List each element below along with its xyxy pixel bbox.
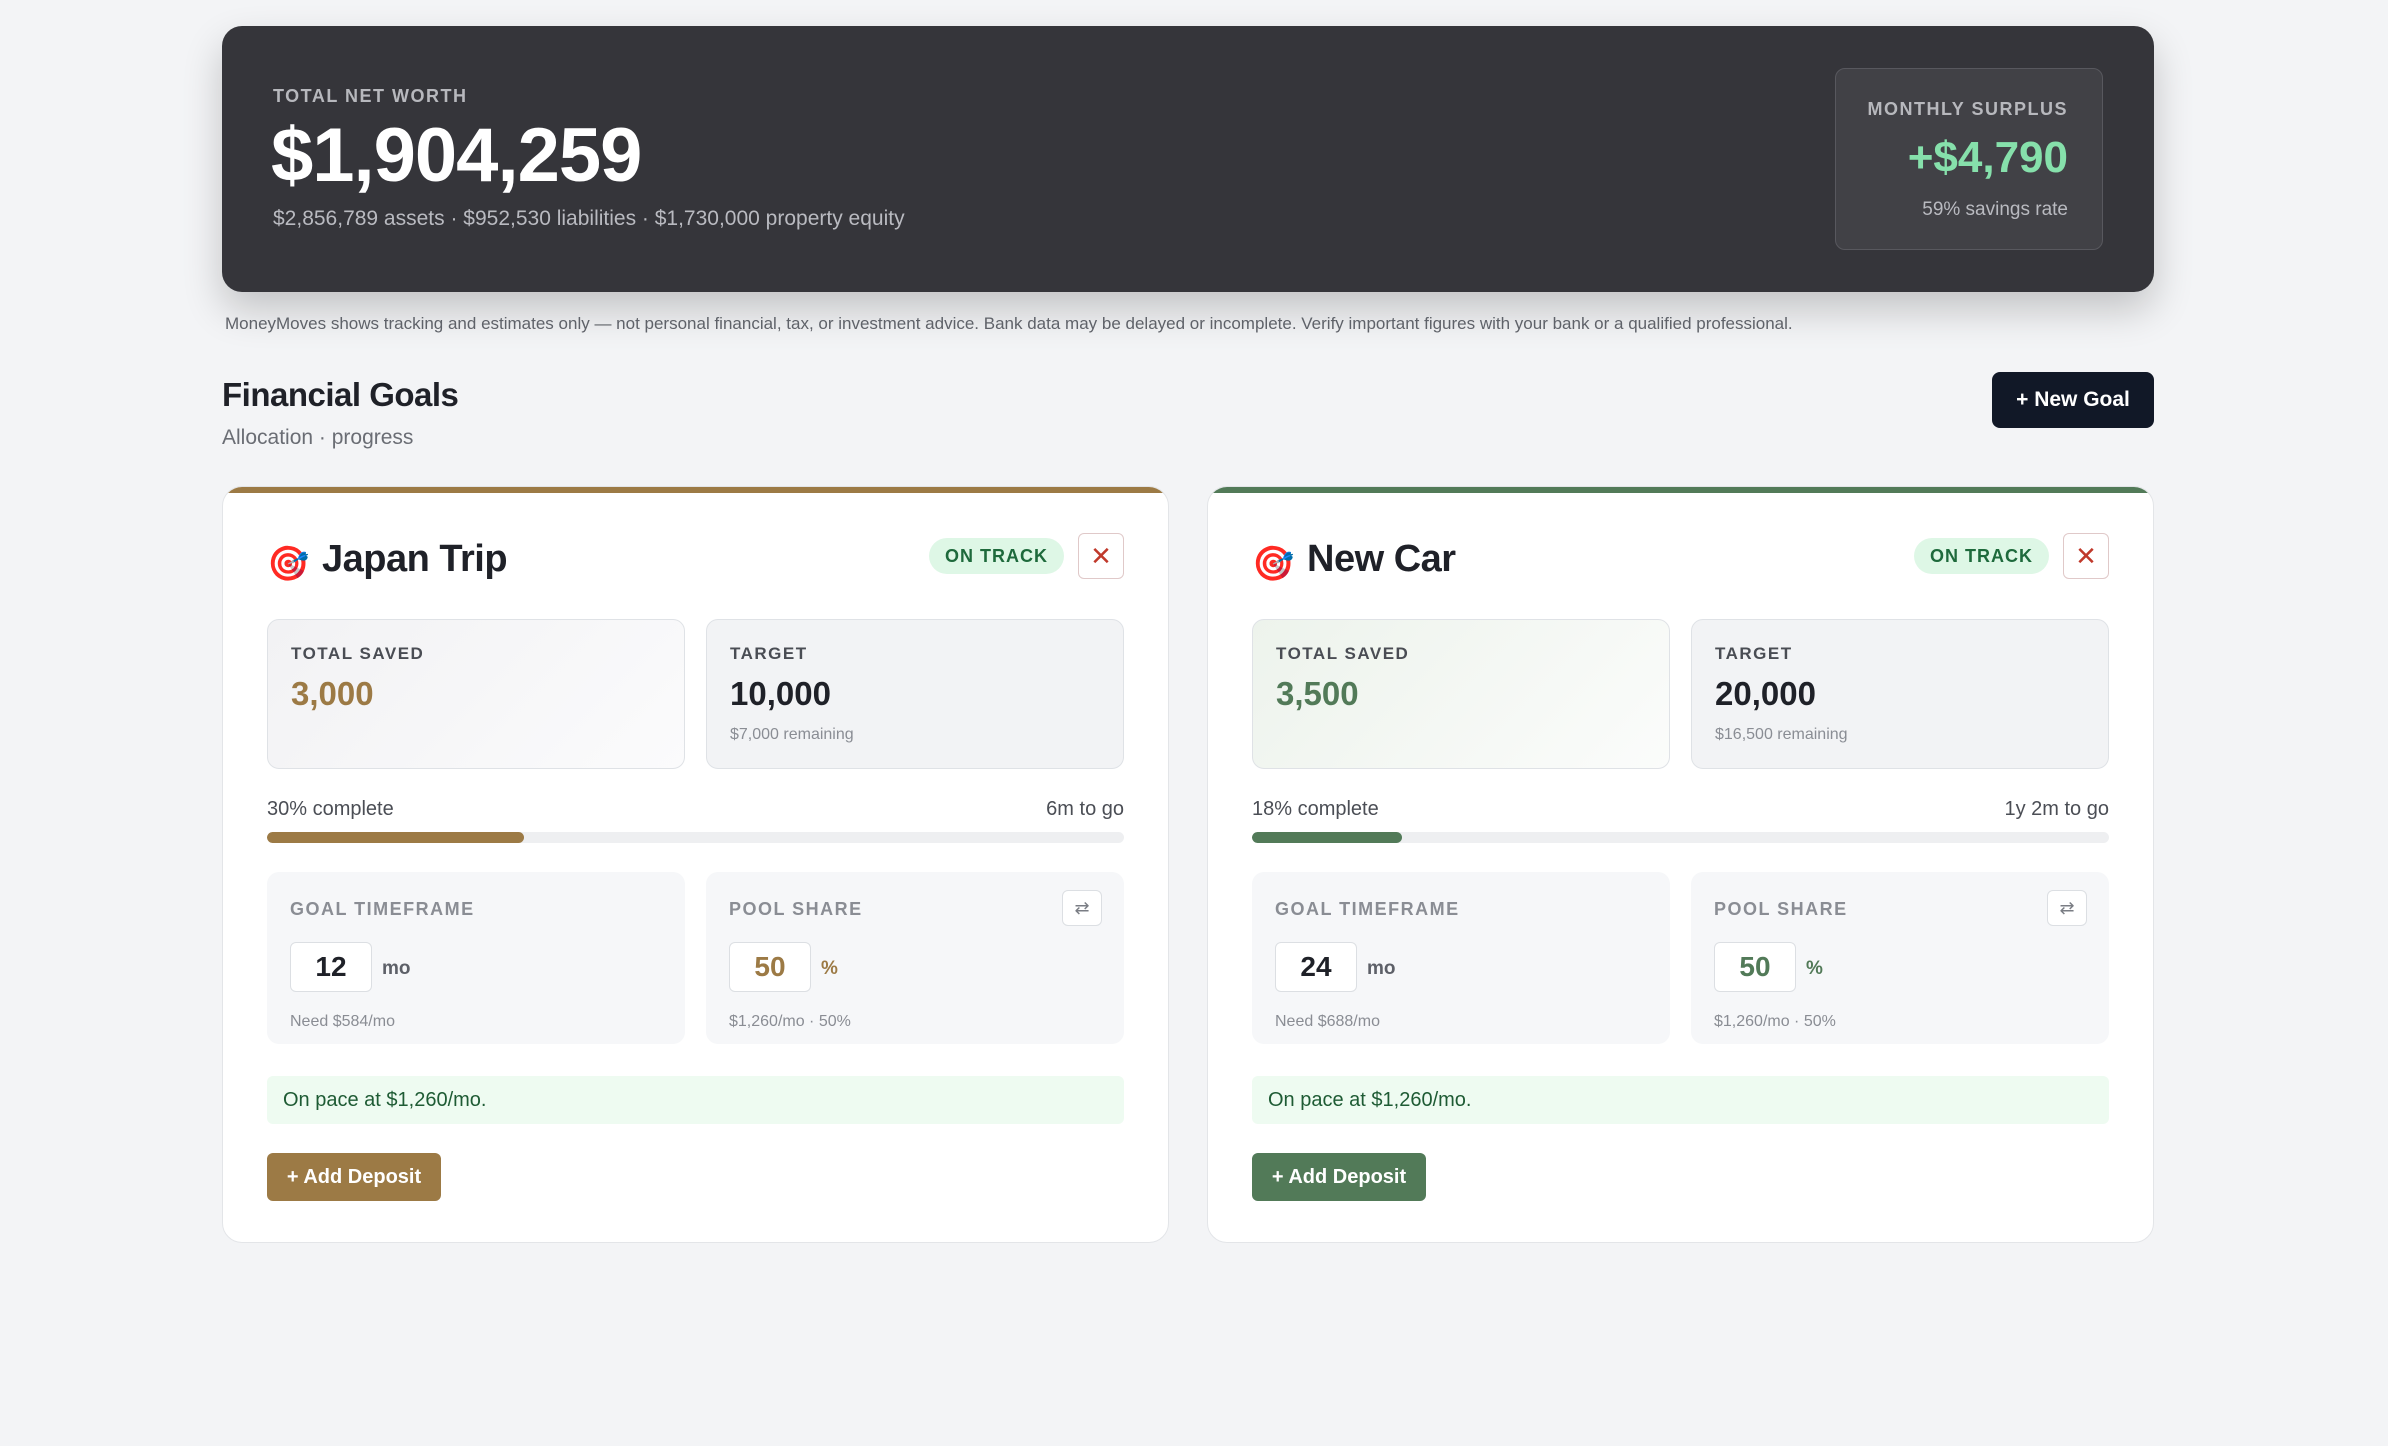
total-saved-label: TOTAL SAVED [291,644,425,663]
monthly-need: Need $584/mo [290,1013,395,1030]
goal-accent-bar [223,487,1168,493]
pool-share-box: POOL SHARE ⇄ % $1,260/mo · 50% [706,872,1124,1044]
pool-share-label: POOL SHARE [729,899,863,919]
goal-timeframe-label: GOAL TIMEFRAME [290,899,475,919]
status-badge: ON TRACK [1914,538,2049,574]
target-box: TARGET 10,000 $7,000 remaining [706,619,1124,769]
monthly-surplus-card: MONTHLY SURPLUS +$4,790 59% savings rate [1835,68,2103,250]
timeframe-unit: mo [382,958,411,979]
net-worth-label: TOTAL NET WORTH [273,86,468,106]
status-badge: ON TRACK [929,538,1064,574]
time-to-go: 6m to go [1046,798,1124,820]
pace-message: On pace at $1,260/mo. [1252,1076,2109,1124]
add-deposit-button[interactable]: + Add Deposit [1252,1153,1426,1201]
target-value: 10,000 [730,675,831,712]
net-worth-banner: TOTAL NET WORTH $1,904,259 $2,856,789 as… [222,26,2154,292]
progress-bar [267,832,1124,843]
timeframe-input[interactable] [1275,942,1357,992]
pool-share-label: POOL SHARE [1714,899,1848,919]
remaining-amount: $16,500 remaining [1715,726,1848,743]
total-saved-value: 3,000 [291,675,374,712]
goals-section-subtitle: Allocation · progress [222,426,414,449]
goal-timeframe-box: GOAL TIMEFRAME mo Need $688/mo [1252,872,1670,1044]
swap-arrows-icon: ⇄ [1074,897,1090,918]
disclaimer-text: MoneyMoves shows tracking and estimates … [225,314,1793,333]
goal-accent-bar [1208,487,2153,493]
monthly-surplus-label: MONTHLY SURPLUS [1867,99,2068,119]
close-icon: ✕ [2075,540,2097,571]
net-worth-value: $1,904,259 [271,113,642,198]
pool-share-unit: % [1806,958,1823,979]
progress-fill [267,832,525,843]
monthly-surplus-value: +$4,790 [1907,133,2068,182]
timeframe-unit: mo [1367,958,1396,979]
target-label: TARGET [1715,644,1793,663]
progress-bar [1252,832,2109,843]
goal-card-japan-trip: 🎯 Japan Trip ON TRACK ✕ TOTAL SAVED 3,00… [222,486,1169,1243]
timeframe-input[interactable] [290,942,372,992]
page-content: TOTAL NET WORTH $1,904,259 $2,856,789 as… [222,26,2154,1243]
target-value: 20,000 [1715,675,1816,712]
swap-button[interactable]: ⇄ [1062,890,1102,926]
total-saved-value: 3,500 [1276,675,1359,712]
swap-arrows-icon: ⇄ [2059,897,2075,918]
swap-button[interactable]: ⇄ [2047,890,2087,926]
pool-share-note: $1,260/mo · 50% [729,1013,851,1030]
target-box: TARGET 20,000 $16,500 remaining [1691,619,2109,769]
pool-share-unit: % [821,958,838,979]
pace-message: On pace at $1,260/mo. [267,1076,1124,1124]
target-icon: 🎯 [267,545,310,583]
total-saved-box: TOTAL SAVED 3,000 [267,619,685,769]
percent-complete: 18% complete [1252,798,1379,820]
total-saved-box: TOTAL SAVED 3,500 [1252,619,1670,769]
time-to-go: 1y 2m to go [2004,798,2109,820]
total-saved-label: TOTAL SAVED [1276,644,1410,663]
net-worth-breakdown: $2,856,789 assets · $952,530 liabilities… [273,207,905,230]
remaining-amount: $7,000 remaining [730,726,854,743]
savings-rate: 59% savings rate [1922,199,2068,220]
goal-name: New Car [1307,538,1456,580]
pool-share-note: $1,260/mo · 50% [1714,1013,1836,1030]
percent-complete: 30% complete [267,798,394,820]
progress-fill [1252,832,1402,843]
goal-card-new-car: 🎯 New Car ON TRACK ✕ TOTAL SAVED 3,500 T… [1207,486,2154,1243]
target-label: TARGET [730,644,808,663]
pool-share-box: POOL SHARE ⇄ % $1,260/mo · 50% [1691,872,2109,1044]
goal-timeframe-box: GOAL TIMEFRAME mo Need $584/mo [267,872,685,1044]
goals-section-title: Financial Goals [222,376,459,413]
close-icon: ✕ [1090,540,1112,571]
add-deposit-button[interactable]: + Add Deposit [267,1153,441,1201]
new-goal-button[interactable]: + New Goal [1992,372,2154,428]
delete-goal-button[interactable]: ✕ [1078,533,1124,579]
monthly-need: Need $688/mo [1275,1013,1380,1030]
delete-goal-button[interactable]: ✕ [2063,533,2109,579]
goal-timeframe-label: GOAL TIMEFRAME [1275,899,1460,919]
pool-share-input[interactable] [1714,942,1796,992]
target-icon: 🎯 [1252,545,1295,583]
pool-share-input[interactable] [729,942,811,992]
goal-name: Japan Trip [322,538,508,580]
